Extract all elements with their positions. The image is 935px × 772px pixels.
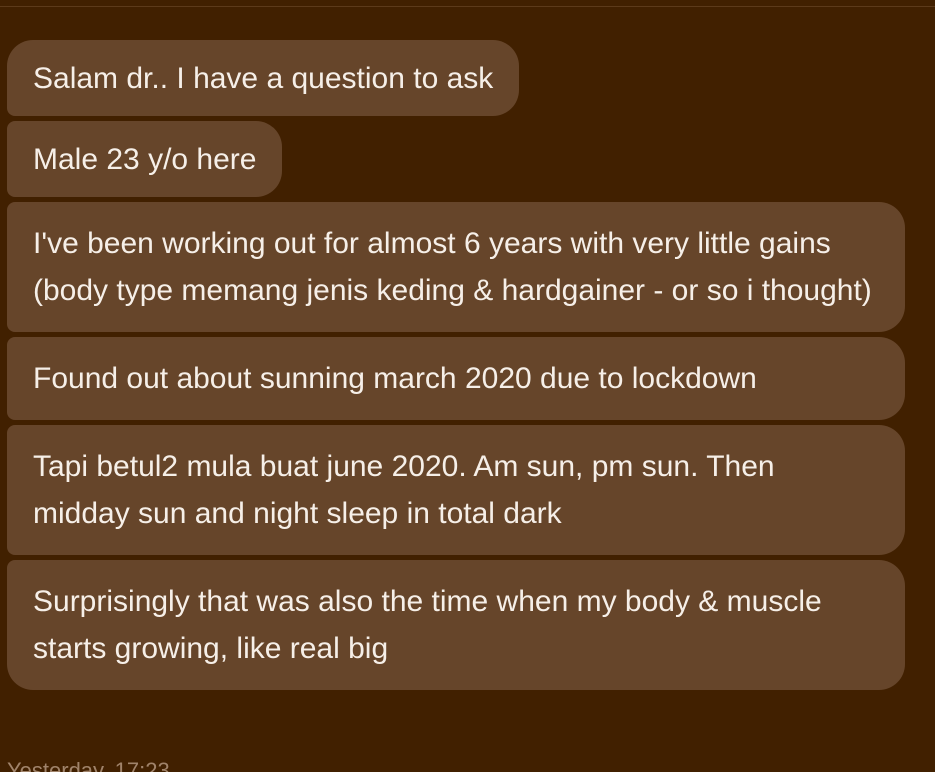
message-row: Tapi betul2 mula buat june 2020. Am sun,… bbox=[7, 425, 907, 555]
message-bubble[interactable]: Male 23 y/o here bbox=[7, 121, 283, 197]
message-bubble[interactable]: Tapi betul2 mula buat june 2020. Am sun,… bbox=[7, 425, 905, 555]
message-timestamp: Yesterday, 17:23 bbox=[7, 758, 170, 772]
message-row: Salam dr.. I have a question to ask bbox=[7, 40, 907, 121]
message-row: I've been working out for almost 6 years… bbox=[7, 202, 907, 332]
message-bubble[interactable]: Salam dr.. I have a question to ask bbox=[7, 40, 520, 116]
dm-conversation-screen: Salam dr.. I have a question to ask Male… bbox=[0, 0, 935, 772]
message-bubble[interactable]: I've been working out for almost 6 years… bbox=[7, 202, 905, 332]
message-bubble[interactable]: Found out about sunning march 2020 due t… bbox=[7, 337, 905, 420]
message-row: Male 23 y/o here bbox=[7, 121, 907, 202]
message-text: Found out about sunning march 2020 due t… bbox=[33, 362, 757, 395]
message-bubble[interactable]: Surprisingly that was also the time when… bbox=[7, 560, 905, 690]
message-text: Salam dr.. I have a question to ask bbox=[33, 62, 494, 95]
message-row: Surprisingly that was also the time when… bbox=[7, 560, 907, 690]
message-text: Surprisingly that was also the time when… bbox=[33, 585, 822, 665]
message-text: Tapi betul2 mula buat june 2020. Am sun,… bbox=[33, 450, 775, 530]
top-divider bbox=[0, 6, 935, 7]
message-thread[interactable]: Salam dr.. I have a question to ask Male… bbox=[7, 40, 907, 695]
message-text: Male 23 y/o here bbox=[33, 143, 257, 176]
message-row: Found out about sunning march 2020 due t… bbox=[7, 337, 907, 420]
message-text: I've been working out for almost 6 years… bbox=[33, 227, 872, 307]
